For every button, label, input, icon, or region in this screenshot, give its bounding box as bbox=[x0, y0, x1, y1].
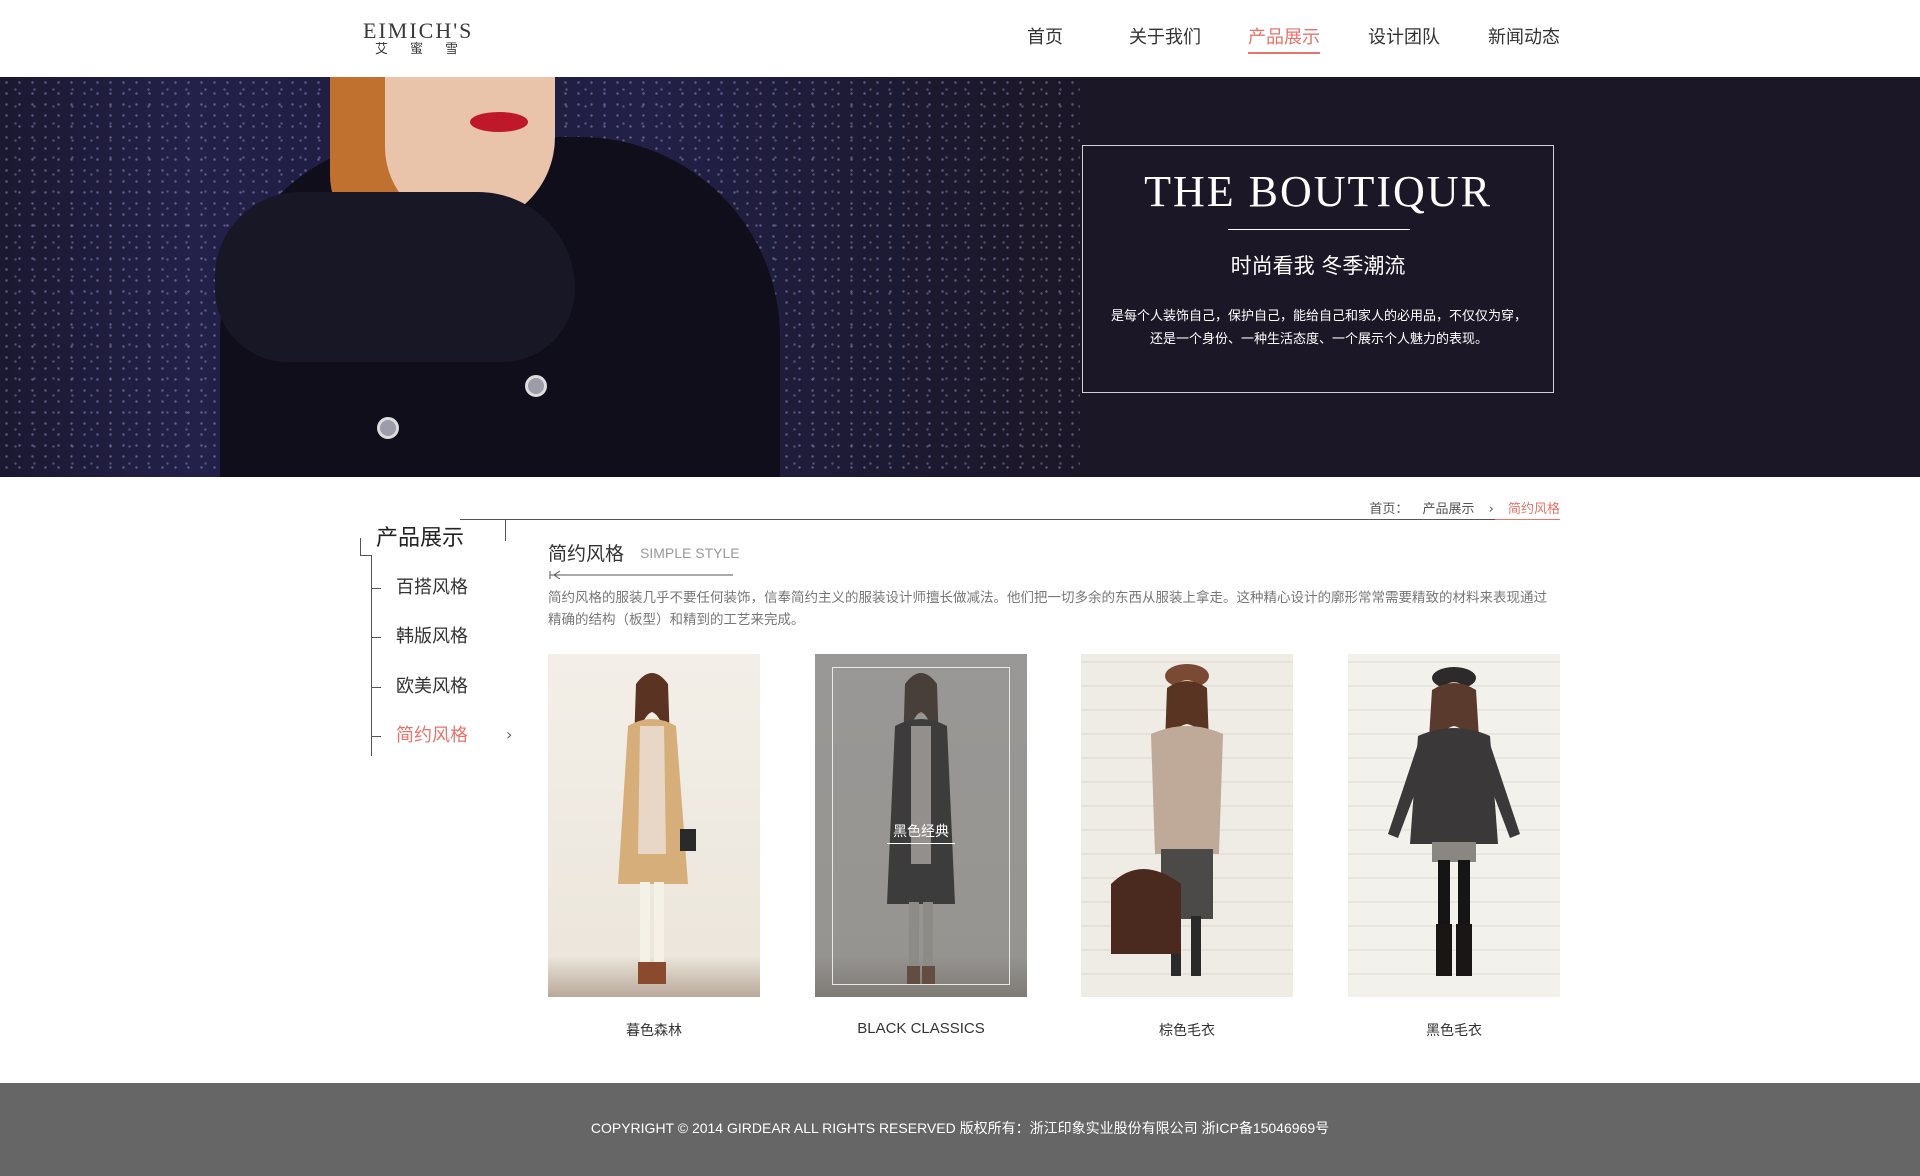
product-card[interactable]: 黑色毛衣 bbox=[1348, 654, 1560, 1054]
sidebar-dash bbox=[371, 736, 381, 737]
banner-photo bbox=[0, 77, 1080, 477]
sidebar: 产品展示 百搭风格 韩版风格 欧美风格 简约风格 › bbox=[360, 517, 520, 777]
logo-en: EIMICH'S bbox=[363, 18, 474, 43]
sidebar-title: 产品展示 bbox=[376, 526, 465, 551]
nav-item-team[interactable]: 设计团队 bbox=[1368, 26, 1440, 50]
banner-textbox: THE BOUTIQUR 时尚看我 冬季潮流 是每个人装饰自己，保护自己，能给自… bbox=[1082, 145, 1554, 393]
product-image[interactable] bbox=[1081, 654, 1293, 997]
section-title-en: SIMPLE STYLE bbox=[640, 545, 740, 561]
logo-cn: 艾蜜雪 bbox=[375, 42, 481, 57]
product-image[interactable] bbox=[548, 654, 760, 997]
sidebar-corner bbox=[360, 538, 372, 556]
section-title-cn: 简约风格 bbox=[548, 543, 625, 565]
product-name[interactable]: 黑色毛衣 bbox=[1348, 1020, 1560, 1040]
nav-item-about[interactable]: 关于我们 bbox=[1129, 26, 1201, 50]
logo[interactable]: EIMICH'S 艾蜜雪 bbox=[363, 20, 493, 60]
product-card[interactable]: 暮色森林 bbox=[548, 654, 760, 1054]
breadcrumb-current: 简约风格 bbox=[1507, 502, 1560, 517]
overlay-underline bbox=[887, 843, 955, 844]
sidebar-item-label: 百搭风格 bbox=[396, 577, 468, 598]
product-image[interactable]: 黑色经典 bbox=[815, 654, 1027, 997]
sidebar-item-label: 韩版风格 bbox=[396, 626, 468, 647]
nav-item-news[interactable]: 新闻动态 bbox=[1488, 26, 1560, 50]
woman-figure-icon bbox=[1111, 664, 1223, 976]
breadcrumb: 首页： 产品展示 › 简约风格 bbox=[1369, 498, 1560, 517]
sidebar-dash bbox=[371, 637, 381, 638]
product-name[interactable]: 暮色森林 bbox=[548, 1020, 760, 1040]
product-grid: 暮色森林 黑色经典 BLACK CLASSICS 棕色毛衣 黑色毛衣 bbox=[548, 654, 1560, 1054]
breadcrumb-underline bbox=[1495, 519, 1560, 520]
arrow-line-icon bbox=[549, 570, 733, 580]
sidebar-item-simple[interactable]: 简约风格 › bbox=[371, 723, 521, 753]
coat-button bbox=[525, 375, 547, 397]
chevron-right-icon: › bbox=[506, 725, 513, 744]
section-intro: 简约风格的服装几乎不要任何装饰，信奉简约主义的服装设计师擅长做减法。他们把一切多… bbox=[548, 590, 1547, 628]
site-header: EIMICH'S 艾蜜雪 首页 关于我们 产品展示 设计团队 新闻动态 bbox=[0, 0, 1920, 77]
product-card[interactable]: 棕色毛衣 bbox=[1081, 654, 1293, 1054]
lips-shape bbox=[470, 112, 528, 132]
top-divider bbox=[460, 519, 1560, 520]
sidebar-tick bbox=[505, 519, 506, 541]
product-name[interactable]: 棕色毛衣 bbox=[1081, 1020, 1293, 1040]
woman-figure-icon bbox=[618, 673, 696, 984]
banner-divider bbox=[1228, 229, 1410, 230]
product-image[interactable] bbox=[1348, 654, 1560, 997]
nav-item-home[interactable]: 首页 bbox=[1027, 26, 1063, 50]
banner-description: 是每个人装饰自己，保护自己，能给自己和家人的必用品，不仅仅为穿，还是一个身份、一… bbox=[1110, 309, 1527, 347]
product-name[interactable]: BLACK CLASSICS bbox=[815, 1020, 1027, 1037]
nav-item-products[interactable]: 产品展示 bbox=[1248, 26, 1320, 54]
product-card[interactable]: 黑色经典 BLACK CLASSICS bbox=[815, 654, 1027, 1054]
sidebar-item-label: 简约风格 bbox=[396, 725, 468, 746]
coat-button bbox=[377, 417, 399, 439]
hero-banner: THE BOUTIQUR 时尚看我 冬季潮流 是每个人装饰自己，保护自己，能给自… bbox=[0, 77, 1920, 477]
breadcrumb-home[interactable]: 首页： bbox=[1369, 502, 1408, 517]
site-footer: COPYRIGHT © 2014 GIRDEAR ALL RIGHTS RESE… bbox=[0, 1083, 1920, 1176]
woman-figure-icon bbox=[1388, 667, 1520, 976]
sidebar-item-korean[interactable]: 韩版风格 bbox=[371, 624, 521, 654]
sidebar-item-western[interactable]: 欧美风格 bbox=[371, 674, 521, 704]
section-heading: 简约风格 SIMPLE STYLE bbox=[548, 539, 740, 589]
breadcrumb-parent[interactable]: 产品展示 bbox=[1422, 502, 1474, 517]
chevron-right-icon: › bbox=[1488, 502, 1494, 517]
collar-shape bbox=[215, 192, 575, 362]
sidebar-dash bbox=[371, 687, 381, 688]
sidebar-dash bbox=[371, 588, 381, 589]
footer-copyright: COPYRIGHT © 2014 GIRDEAR ALL RIGHTS RESE… bbox=[590, 1120, 1330, 1136]
overlay-label: 黑色经典 bbox=[893, 824, 949, 840]
sidebar-item-label: 欧美风格 bbox=[396, 676, 468, 697]
banner-subtitle: 时尚看我 冬季潮流 bbox=[1230, 254, 1406, 278]
sidebar-item-versatile[interactable]: 百搭风格 bbox=[371, 575, 521, 605]
banner-title: THE BOUTIQUR bbox=[1144, 167, 1492, 216]
main-content: 首页： 产品展示 › 简约风格 产品展示 百搭风格 韩版风格 欧美风格 简约风格… bbox=[0, 477, 1920, 1082]
